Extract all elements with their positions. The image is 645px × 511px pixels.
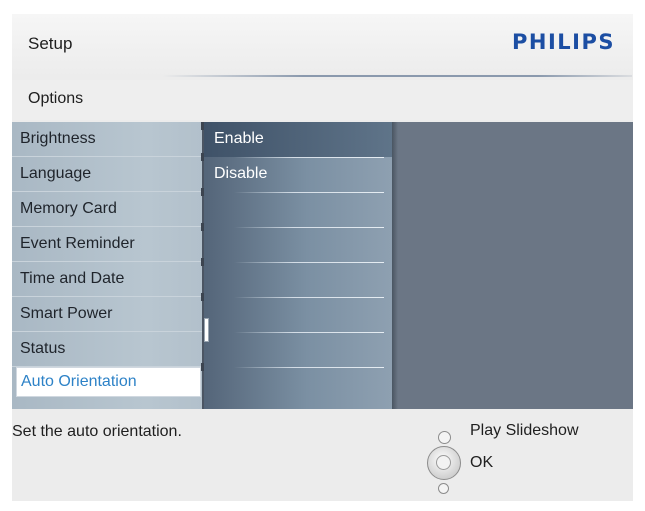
down-button-icon — [438, 483, 449, 494]
menu-item-language[interactable]: Language — [12, 157, 204, 192]
divider-tick — [201, 258, 204, 266]
header-bar: Setup PHILIPS — [12, 14, 633, 78]
option-disable[interactable]: Disable — [204, 157, 392, 192]
legend-play-slideshow: Play Slideshow — [470, 422, 579, 439]
help-text: Set the auto orientation. — [12, 423, 182, 440]
divider-tick — [201, 223, 204, 231]
option-separator — [234, 367, 384, 368]
page-title: Setup — [28, 34, 73, 53]
ok-button-icon — [436, 455, 451, 470]
option-enable[interactable]: Enable — [204, 122, 392, 157]
divider-tick — [201, 122, 204, 130]
menu-item-auto-orientation[interactable]: Auto Orientation — [16, 367, 201, 397]
section-title: Options — [28, 90, 84, 107]
option-separator — [234, 262, 384, 263]
circle-button-icon — [438, 431, 451, 444]
option-separator — [234, 297, 384, 298]
options-menu: Brightness Language Memory Card Event Re… — [12, 122, 204, 409]
subheader-bar: Options — [12, 80, 633, 120]
panel-shadow — [392, 122, 398, 409]
legend-ok: OK — [470, 454, 494, 471]
menu-item-brightness[interactable]: Brightness — [12, 122, 204, 157]
scrollbar-thumb[interactable] — [204, 318, 209, 342]
menu-item-status[interactable]: Status — [12, 332, 204, 367]
menu-area: Brightness Language Memory Card Event Re… — [12, 122, 633, 409]
menu-item-time-and-date[interactable]: Time and Date — [12, 262, 204, 297]
menu-item-smart-power[interactable]: Smart Power — [12, 297, 204, 332]
option-separator — [234, 332, 384, 333]
option-separator — [234, 227, 384, 228]
menu-item-event-reminder[interactable]: Event Reminder — [12, 227, 204, 262]
option-separator — [234, 192, 384, 193]
footer-bar: Set the auto orientation. Play Slideshow… — [12, 409, 633, 501]
divider-tick — [201, 188, 204, 196]
divider-tick — [201, 293, 204, 301]
navigation-pad-icon — [427, 446, 461, 480]
brand-logo: PHILIPS — [512, 30, 615, 54]
setup-screen: Setup PHILIPS Options Brightness Languag… — [12, 14, 633, 501]
divider-tick — [201, 153, 204, 161]
option-separator — [234, 157, 384, 158]
divider-tick — [201, 363, 204, 371]
options-submenu: Enable Disable — [204, 122, 392, 409]
menu-item-memory-card[interactable]: Memory Card — [12, 192, 204, 227]
header-divider — [162, 75, 632, 77]
